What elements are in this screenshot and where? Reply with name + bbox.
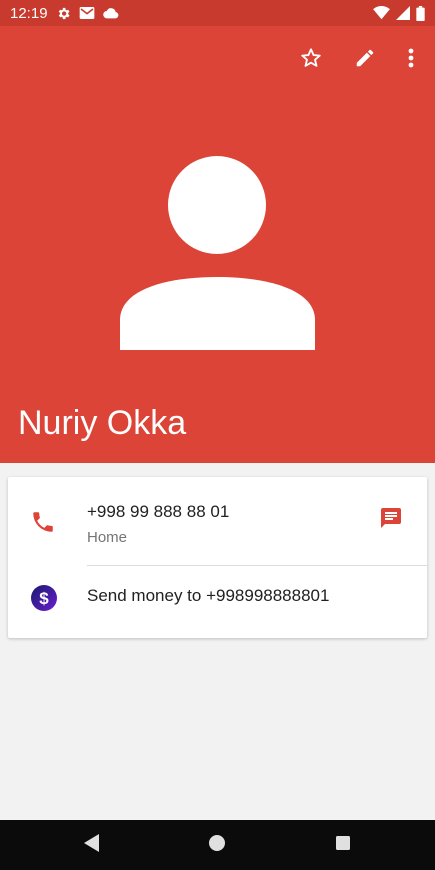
more-vert-icon [408,48,414,73]
back-icon [82,833,100,858]
gmail-icon [79,6,95,20]
recents-icon [335,835,351,856]
svg-text:$: $ [39,589,49,608]
wifi-icon [373,6,390,20]
contact-detail-screen: 12:19 Nuriy Okka +998 99 888 88 01 Home … [0,0,435,870]
battery-icon [416,5,425,21]
contact-name: Nuriy Okka [18,404,187,442]
navigation-bar [0,820,435,870]
phone-row[interactable]: +998 99 888 88 01 Home [8,477,427,565]
phone-icon [30,509,56,535]
star-icon [300,47,322,74]
home-button[interactable] [205,833,229,857]
more-options-button[interactable] [395,44,427,76]
home-icon [208,834,226,857]
status-bar: 12:19 [0,0,435,26]
contact-header: Nuriy Okka [0,26,435,463]
send-money-row[interactable]: $ Send money to +998998888801 [8,566,427,638]
signal-icon [396,6,410,20]
recents-button[interactable] [331,833,355,857]
edit-button[interactable] [349,44,381,76]
contact-info-card: +998 99 888 88 01 Home $ Send money to +… [8,477,427,638]
status-time: 12:19 [10,4,48,22]
send-message-button[interactable] [376,505,406,535]
phone-number: +998 99 888 88 01 [87,502,230,521]
cloud-icon [102,7,119,19]
edit-pencil-icon [354,47,376,74]
gear-icon [56,6,71,21]
message-icon [379,506,403,535]
contact-avatar [120,156,316,352]
person-icon [120,156,315,350]
back-button[interactable] [79,833,103,857]
send-money-label: Send money to +998998888801 [87,586,330,605]
favorite-button[interactable] [295,44,327,76]
phone-type-label: Home [87,529,128,546]
status-right [373,5,425,21]
status-left: 12:19 [10,5,119,22]
dollar-icon: $ [30,584,58,612]
